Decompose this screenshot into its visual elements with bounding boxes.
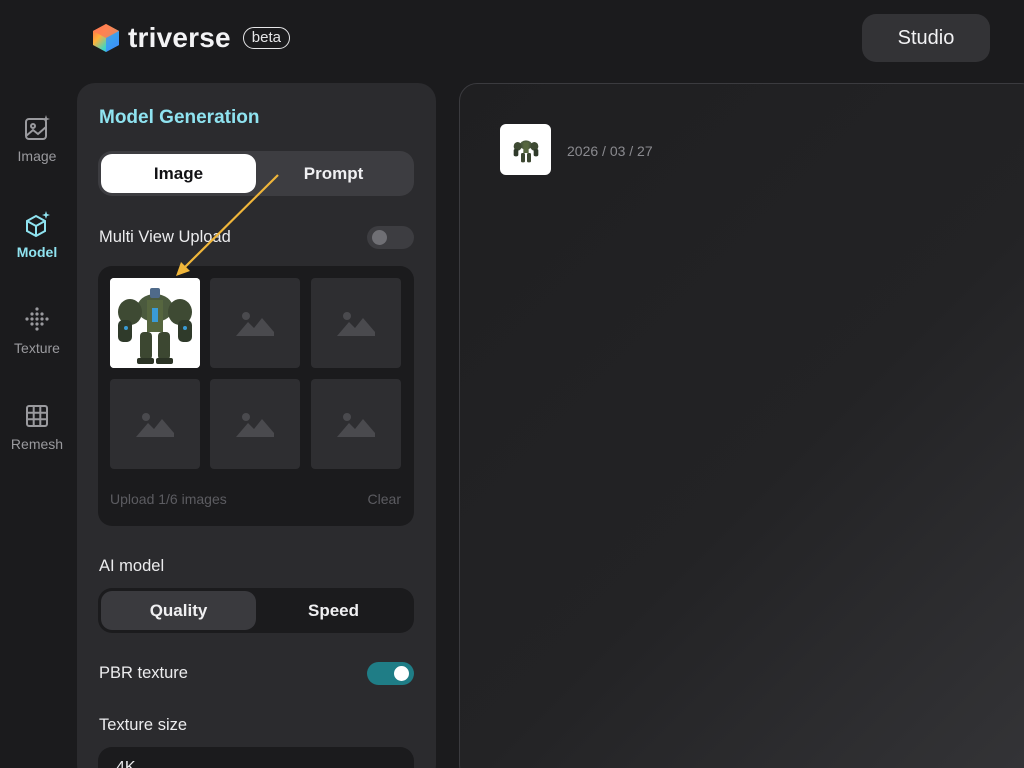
- upload-slot-empty[interactable]: [110, 379, 200, 469]
- multi-view-label: Multi View Upload: [99, 228, 231, 246]
- tab-prompt[interactable]: Prompt: [256, 154, 411, 193]
- rail-item-texture[interactable]: Texture: [0, 306, 74, 376]
- beta-badge: beta: [242, 27, 290, 49]
- rail-item-model[interactable]: Model: [0, 210, 74, 280]
- image-placeholder-icon: [337, 312, 375, 336]
- clear-button[interactable]: Clear: [368, 491, 401, 507]
- image-placeholder-icon: [236, 413, 274, 437]
- tab-image[interactable]: Image: [101, 154, 256, 193]
- rail-item-label: Texture: [14, 340, 60, 356]
- upload-slot-empty[interactable]: [311, 278, 401, 368]
- dot-grid-icon: [25, 307, 49, 331]
- robot-model-image: [110, 278, 200, 368]
- image-placeholder-icon: [337, 413, 375, 437]
- chevron-down-icon: ⌄: [383, 759, 396, 768]
- texture-size-select[interactable]: 4K ⌄: [98, 747, 414, 768]
- robot-model-thumbnail: [513, 139, 538, 162]
- pbr-texture-toggle[interactable]: [367, 662, 414, 685]
- image-placeholder-icon: [236, 312, 274, 336]
- cube-sparkle-icon: [26, 211, 50, 238]
- upload-count-text: Upload 1/6 images: [110, 491, 227, 507]
- model-generation-panel: Model Generation Image Prompt Multi View…: [77, 83, 436, 768]
- image-sparkle-icon: [25, 115, 50, 140]
- rail-item-label: Model: [16, 244, 58, 260]
- logo-text: triverse: [128, 22, 231, 53]
- quality-option[interactable]: Quality: [101, 591, 256, 630]
- panel-title: Model Generation: [99, 107, 260, 128]
- ai-model-label: AI model: [99, 557, 165, 575]
- history-date: 2026 / 03 / 27: [567, 143, 653, 159]
- image-placeholder-icon: [136, 413, 174, 437]
- upload-slot-filled[interactable]: [110, 278, 200, 368]
- studio-button[interactable]: Studio: [862, 14, 990, 62]
- history-item-thumbnail[interactable]: [500, 124, 551, 175]
- upload-slot-empty[interactable]: [311, 379, 401, 469]
- upload-slot-empty[interactable]: [210, 278, 300, 368]
- rail-item-label: Remesh: [10, 436, 64, 452]
- ai-model-switch: Quality Speed: [98, 588, 414, 633]
- toggle-knob: [372, 230, 387, 245]
- multi-view-toggle[interactable]: [367, 226, 414, 249]
- logo-hexagon-icon: [93, 24, 119, 52]
- input-mode-switch: Image Prompt: [98, 151, 414, 196]
- pbr-texture-label: PBR texture: [99, 664, 188, 682]
- rail-item-image[interactable]: Image: [0, 114, 74, 184]
- model-canvas[interactable]: 2026 / 03 / 27: [459, 83, 1024, 768]
- toggle-knob: [394, 666, 409, 681]
- texture-size-label: Texture size: [99, 716, 188, 734]
- upload-area[interactable]: Upload 1/6 images Clear: [98, 266, 414, 526]
- speed-option[interactable]: Speed: [256, 591, 411, 630]
- rail-item-remesh[interactable]: Remesh: [0, 402, 74, 472]
- logo[interactable]: triverse beta: [92, 22, 290, 54]
- texture-size-value: 4K: [116, 759, 136, 768]
- rail-item-label: Image: [17, 148, 57, 164]
- mesh-grid-icon: [26, 405, 48, 427]
- upload-slot-empty[interactable]: [210, 379, 300, 469]
- app-root: triverse beta Studio Image Model Texture…: [0, 0, 1024, 768]
